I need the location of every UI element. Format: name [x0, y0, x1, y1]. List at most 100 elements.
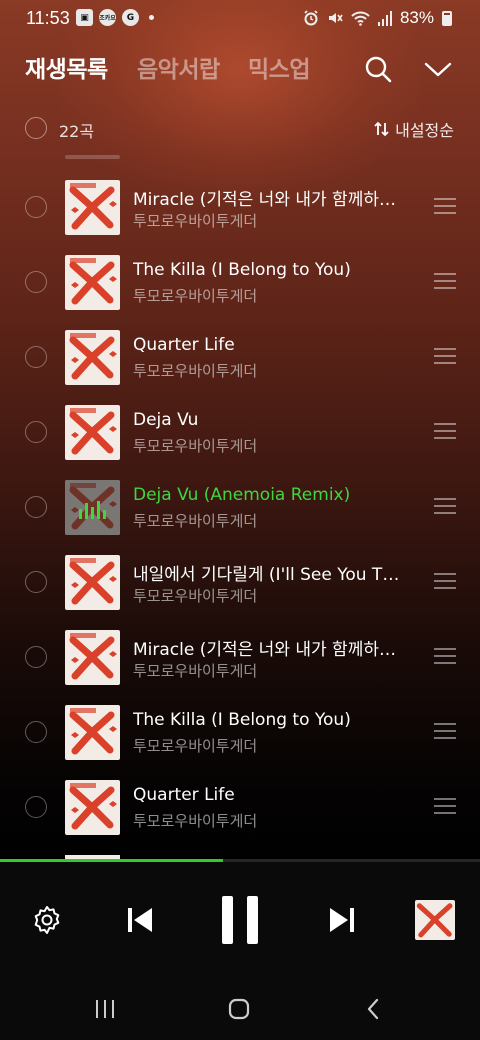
playlist-row[interactable]: Miracle (기적은 너와 내가 함께하는 순간마다 일어나고 있어) 투모로… — [0, 155, 480, 235]
drag-handle-icon[interactable] — [434, 273, 456, 289]
track-title: The Killa (I Belong to You) — [133, 710, 351, 730]
drag-handle-icon[interactable] — [434, 798, 456, 814]
wifi-icon — [351, 11, 370, 26]
track-title: Miracle (기적은 너와 내가 함께하는 순간마다 일어나고 있어) — [133, 190, 408, 210]
drag-handle-icon[interactable] — [434, 648, 456, 664]
next-track-icon[interactable] — [326, 904, 358, 936]
row-select-checkbox[interactable] — [25, 421, 47, 443]
tab-mixup[interactable]: 믹스업 — [248, 50, 310, 84]
chevron-down-icon[interactable] — [421, 52, 455, 86]
select-all-checkbox[interactable] — [25, 117, 47, 139]
album-art-motif — [69, 183, 117, 230]
row-select-checkbox[interactable] — [25, 271, 47, 293]
track-title: 내일에서 기다릴게 (I'll See You There Tomorrow) — [133, 565, 408, 585]
equalizer-bar — [97, 501, 100, 519]
track-artist: 투모로우바이투게더 — [133, 587, 258, 605]
drag-handle-icon[interactable] — [434, 348, 456, 364]
album-art — [65, 630, 120, 685]
sort-label: 내설정순 — [395, 121, 454, 140]
playlist-toolbar: 22곡 내설정순 — [0, 112, 480, 144]
gallery-icon: ▣ — [76, 9, 93, 26]
drag-handle-icon[interactable] — [434, 423, 456, 439]
equalizer-bar — [85, 503, 88, 519]
app-screen: 11:53 ▣ 조카요 G 83% 재생목록 음악서랍 믹스업 22곡 내설정순… — [0, 0, 480, 1040]
previous-track-icon[interactable] — [124, 904, 156, 936]
equalizer-bar — [103, 510, 106, 519]
gear-icon[interactable] — [31, 904, 63, 936]
home-icon[interactable] — [227, 998, 251, 1020]
track-artist: 투모로우바이투게더 — [133, 737, 258, 755]
playlist-row[interactable]: Quarter Life 투모로우바이투게더 — [0, 305, 480, 385]
row-select-checkbox[interactable] — [25, 196, 47, 218]
album-art-motif — [69, 408, 117, 455]
album-art — [65, 780, 120, 835]
alarm-icon — [304, 10, 318, 26]
track-artist: 투모로우바이투게더 — [133, 287, 258, 305]
drag-handle-icon[interactable] — [434, 198, 456, 214]
track-title: Quarter Life — [133, 785, 235, 805]
album-art-motif — [69, 333, 117, 380]
recent-apps-icon[interactable] — [93, 998, 117, 1020]
search-icon[interactable] — [361, 52, 395, 86]
tab-music-drawer[interactable]: 음악서랍 — [137, 50, 220, 84]
now-playing-album-art[interactable] — [415, 900, 455, 940]
drag-handle-icon[interactable] — [434, 723, 456, 739]
row-select-checkbox[interactable] — [25, 721, 47, 743]
track-artist: 투모로우바이투게더 — [133, 662, 258, 680]
battery-icon — [442, 10, 452, 26]
playlist-row[interactable]: Deja Vu (Anemoia Remix) 투모로우바이투게더 — [0, 455, 480, 535]
g-badge-icon: G — [122, 9, 139, 26]
playlist-row[interactable]: Deja Vu 투모로우바이투게더 — [0, 380, 480, 460]
system-nav-bar — [0, 974, 480, 1040]
track-title: The Killa (I Belong to You) — [133, 260, 351, 280]
playlist-row[interactable]: The Killa (I Belong to You) 투모로우바이투게더 — [0, 680, 480, 760]
drag-handle-icon[interactable] — [434, 573, 456, 589]
album-art-motif — [69, 558, 117, 605]
drag-handle-icon[interactable] — [434, 498, 456, 514]
back-icon[interactable] — [362, 998, 386, 1020]
pause-icon[interactable] — [219, 894, 261, 946]
player-bar — [0, 862, 480, 974]
row-select-checkbox[interactable] — [25, 496, 47, 518]
battery-percent: 83% — [399, 8, 434, 27]
row-select-checkbox[interactable] — [25, 346, 47, 368]
album-art — [65, 255, 120, 310]
now-playing-equalizer-icon — [65, 480, 120, 535]
sort-button[interactable]: 내설정순 — [373, 117, 454, 141]
album-art-motif — [69, 633, 117, 680]
status-left-icons: ▣ 조카요 G — [76, 9, 154, 26]
signal-icon — [377, 10, 392, 26]
album-art — [65, 705, 120, 760]
row-select-checkbox[interactable] — [25, 646, 47, 668]
album-art — [65, 330, 120, 385]
row-select-checkbox[interactable] — [25, 796, 47, 818]
status-time: 11:53 — [26, 8, 70, 28]
playlist-row[interactable]: Miracle (기적은 너와 내가 함께하는 순간마다 일어나고 있어) 투모로… — [0, 605, 480, 685]
album-art — [65, 555, 120, 610]
album-art-motif — [69, 258, 117, 305]
playlist-row[interactable]: 내일에서 기다릴게 (I'll See You There Tomorrow) 투… — [0, 530, 480, 610]
track-artist: 투모로우바이투게더 — [133, 212, 258, 230]
sort-icon — [374, 121, 389, 137]
track-title: Miracle (기적은 너와 내가 함께하는 순간마다 일어나고 있어) — [133, 640, 408, 660]
track-artist: 투모로우바이투게더 — [133, 437, 258, 455]
header: 재생목록 음악서랍 믹스업 — [0, 50, 480, 90]
playlist-row[interactable]: The Killa (I Belong to You) 투모로우바이투게더 — [0, 230, 480, 310]
row-select-checkbox[interactable] — [25, 571, 47, 593]
track-title: Quarter Life — [133, 335, 235, 355]
album-art-motif — [416, 903, 453, 938]
album-art-motif — [69, 783, 117, 830]
playlist-row[interactable]: Quarter Life 투모로우바이투게더 — [0, 755, 480, 835]
status-bar: 11:53 ▣ 조카요 G 83% — [0, 0, 480, 36]
status-right-icons: 83% — [303, 8, 452, 28]
mute-icon — [328, 13, 343, 23]
equalizer-bar — [91, 507, 94, 519]
track-title: Deja Vu — [133, 410, 199, 430]
track-artist: 투모로우바이투게더 — [133, 812, 258, 830]
equalizer-bar — [79, 509, 82, 519]
album-art — [65, 480, 120, 535]
album-art-motif — [69, 708, 117, 755]
album-art — [65, 405, 120, 460]
album-art — [65, 180, 120, 235]
tab-playlist[interactable]: 재생목록 — [25, 50, 108, 84]
